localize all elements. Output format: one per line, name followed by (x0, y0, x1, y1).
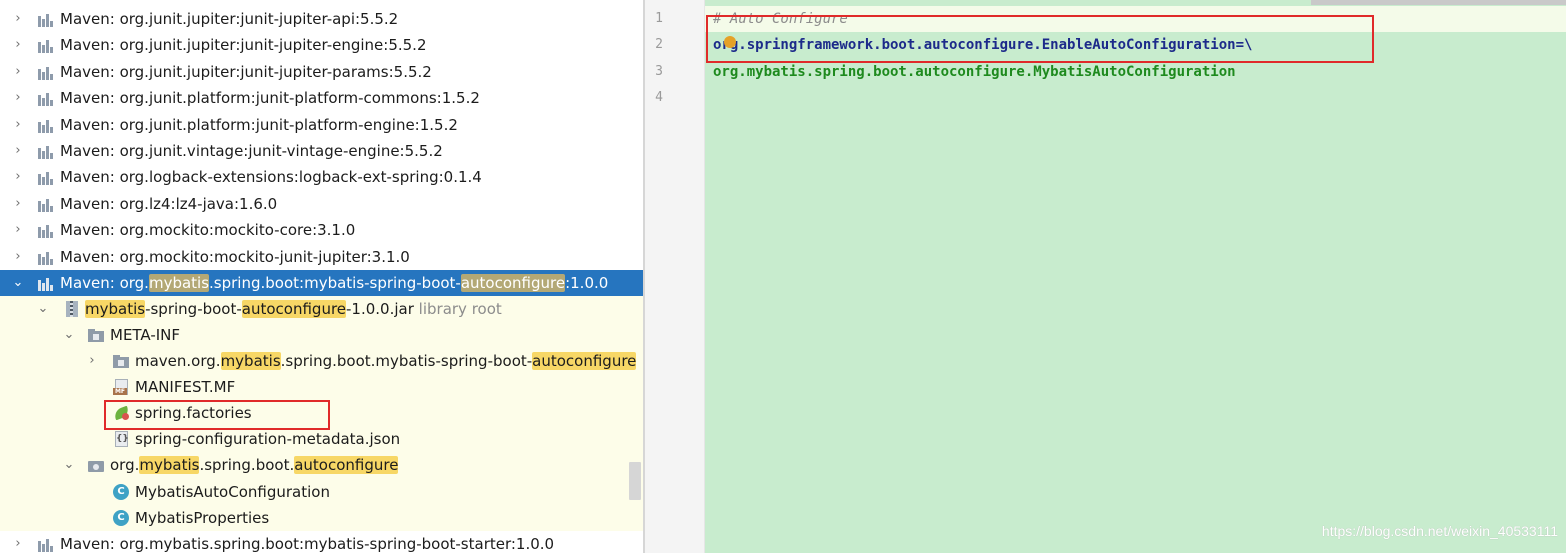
chevron-right-icon[interactable]: › (10, 531, 26, 553)
tree-row-maven-folder[interactable]: › maven.org.mybatis.spring.boot.mybatis-… (0, 348, 643, 374)
tree-row-label: Maven: org.junit.jupiter:junit-jupiter-p… (60, 62, 432, 81)
tree-row-label: MybatisProperties (135, 509, 270, 527)
chevron-right-icon[interactable]: › (10, 59, 26, 85)
tree-row-library[interactable]: › Maven: org.junit.platform:junit-platfor… (0, 85, 643, 111)
jar-icon (64, 301, 81, 317)
editor-scrollbar[interactable] (1311, 0, 1566, 5)
line-number: 3 (655, 64, 663, 79)
package-icon (88, 457, 105, 473)
chevron-right-icon[interactable]: › (10, 32, 26, 58)
tree-row-library[interactable]: › Maven: org.junit.platform:junit-platfor… (0, 112, 643, 138)
tree-row-label: MybatisAutoConfiguration (135, 483, 330, 501)
library-icon (38, 13, 54, 27)
line-number-gutter: 1 2 3 4 (645, 0, 705, 553)
tree-row-label: org.mybatis.spring.boot.autoconfigure (110, 456, 399, 474)
library-icon (38, 119, 54, 133)
tree-row-library[interactable]: › Maven: org.logback-extensions:logback-e… (0, 164, 643, 190)
project-tree[interactable]: › Maven: org.junit.jupiter:junit-jupiter-… (0, 0, 643, 553)
library-icon (38, 198, 54, 212)
chevron-right-icon[interactable]: › (10, 244, 26, 270)
annotation-box-enable-auto-config (706, 15, 1374, 63)
tree-row-library[interactable]: › Maven: org.mockito:mockito-core:3.1.0 (0, 217, 643, 243)
library-icon (38, 224, 54, 239)
chevron-down-icon[interactable]: ⌄ (61, 322, 77, 348)
tree-row-package[interactable]: ⌄ org.mybatis.spring.boot.autoconfigure (0, 452, 643, 478)
line-number: 1 (655, 11, 663, 26)
class-icon: C (113, 484, 130, 500)
library-icon (38, 171, 54, 186)
library-icon (38, 277, 54, 291)
line-number: 4 (655, 90, 663, 105)
tree-row-meta-inf[interactable]: ⌄ META-INF (0, 322, 643, 348)
tree-row-library[interactable]: › Maven: org.junit.jupiter:junit-jupiter-… (0, 6, 643, 32)
tree-row-manifest[interactable]: MF MANIFEST.MF (0, 374, 643, 400)
tree-row-label: Maven: org.mockito:mockito-core:3.1.0 (60, 221, 356, 240)
tree-row-library[interactable]: › Maven: org.junit.vintage:junit-vintage-… (0, 138, 643, 164)
tree-row-label: META-INF (110, 326, 181, 344)
chevron-right-icon[interactable]: › (84, 348, 100, 374)
tree-row-class[interactable]: C MybatisAutoConfiguration (0, 479, 643, 505)
library-icon (38, 66, 54, 80)
chevron-right-icon[interactable]: › (10, 112, 26, 138)
tree-row-label: maven.org.mybatis.spring.boot.mybatis-sp… (135, 352, 637, 370)
tree-row-label: MANIFEST.MF (135, 378, 236, 396)
tree-scrollbar-thumb[interactable] (629, 462, 641, 500)
tree-row-library[interactable]: › Maven: org.junit.jupiter:junit-jupiter-… (0, 59, 643, 85)
library-icon (38, 39, 54, 54)
line-number: 2 (655, 37, 663, 52)
tree-row-library[interactable]: › Maven: org.junit.jupiter:junit-jupiter-… (0, 32, 643, 58)
library-root-hint: library root (418, 300, 502, 318)
json-file-icon: {} (113, 431, 130, 447)
annotation-box-spring-factories (104, 400, 330, 430)
class-icon: C (113, 510, 130, 526)
chevron-down-icon[interactable]: ⌄ (61, 452, 77, 478)
chevron-right-icon[interactable]: › (10, 217, 26, 243)
chevron-right-icon[interactable]: › (10, 164, 26, 190)
chevron-right-icon[interactable]: › (10, 6, 26, 32)
tree-row-label: Maven: org.junit.jupiter:junit-jupiter-e… (60, 36, 427, 55)
library-icon (38, 251, 54, 265)
tree-row-label: Maven: org.lz4:lz4-java:1.6.0 (60, 194, 278, 213)
tree-row-starter-library[interactable]: › Maven: org.mybatis.spring.boot:mybatis… (0, 531, 643, 553)
folder-icon (88, 327, 105, 343)
library-icon (38, 92, 54, 107)
tree-row-jar[interactable]: ⌄ mybatis-spring-boot-autoconfigure-1.0.… (0, 296, 643, 322)
tree-row-label: mybatis-spring-boot-autoconfigure-1.0.0.… (85, 300, 502, 318)
tree-row-library[interactable]: › Maven: org.lz4:lz4-java:1.6.0 (0, 191, 643, 217)
chevron-down-icon[interactable]: ⌄ (10, 270, 26, 296)
chevron-right-icon[interactable]: › (10, 85, 26, 111)
tree-row-class[interactable]: C MybatisProperties (0, 505, 643, 531)
tree-row-label: Maven: org.mockito:mockito-junit-jupiter… (60, 247, 410, 266)
watermark: https://blog.csdn.net/weixin_40533111 (1321, 523, 1558, 539)
code-editor[interactable]: 1 2 3 4 # Auto Configure org.springframe… (645, 0, 1566, 553)
tree-row-label: Maven: org.junit.platform:junit-platform… (60, 89, 480, 108)
tree-row-label: Maven: org.mybatis.spring.boot:mybatis-s… (60, 535, 555, 553)
tree-row-label: Maven: org.junit.platform:junit-platform… (60, 115, 458, 134)
library-icon (38, 538, 54, 552)
chevron-down-icon[interactable]: ⌄ (35, 296, 51, 322)
tree-row-label: Maven: org.junit.vintage:junit-vintage-e… (60, 142, 443, 160)
manifest-file-icon: MF (113, 379, 130, 395)
chevron-right-icon[interactable]: › (10, 191, 26, 217)
tree-row-label: Maven: org.junit.jupiter:junit-jupiter-a… (60, 10, 399, 28)
folder-icon (113, 353, 130, 369)
tree-row-label: Maven: org.mybatis.spring.boot:mybatis-s… (60, 274, 609, 292)
library-icon (38, 145, 54, 159)
tree-row-library[interactable]: › Maven: org.mockito:mockito-junit-jupite… (0, 244, 643, 270)
chevron-right-icon[interactable]: › (10, 138, 26, 164)
tree-row-label: Maven: org.logback-extensions:logback-ex… (60, 168, 482, 187)
tree-row-mybatis-autoconfigure-library[interactable]: ⌄ Maven: org.mybatis.spring.boot:mybatis… (0, 270, 643, 296)
